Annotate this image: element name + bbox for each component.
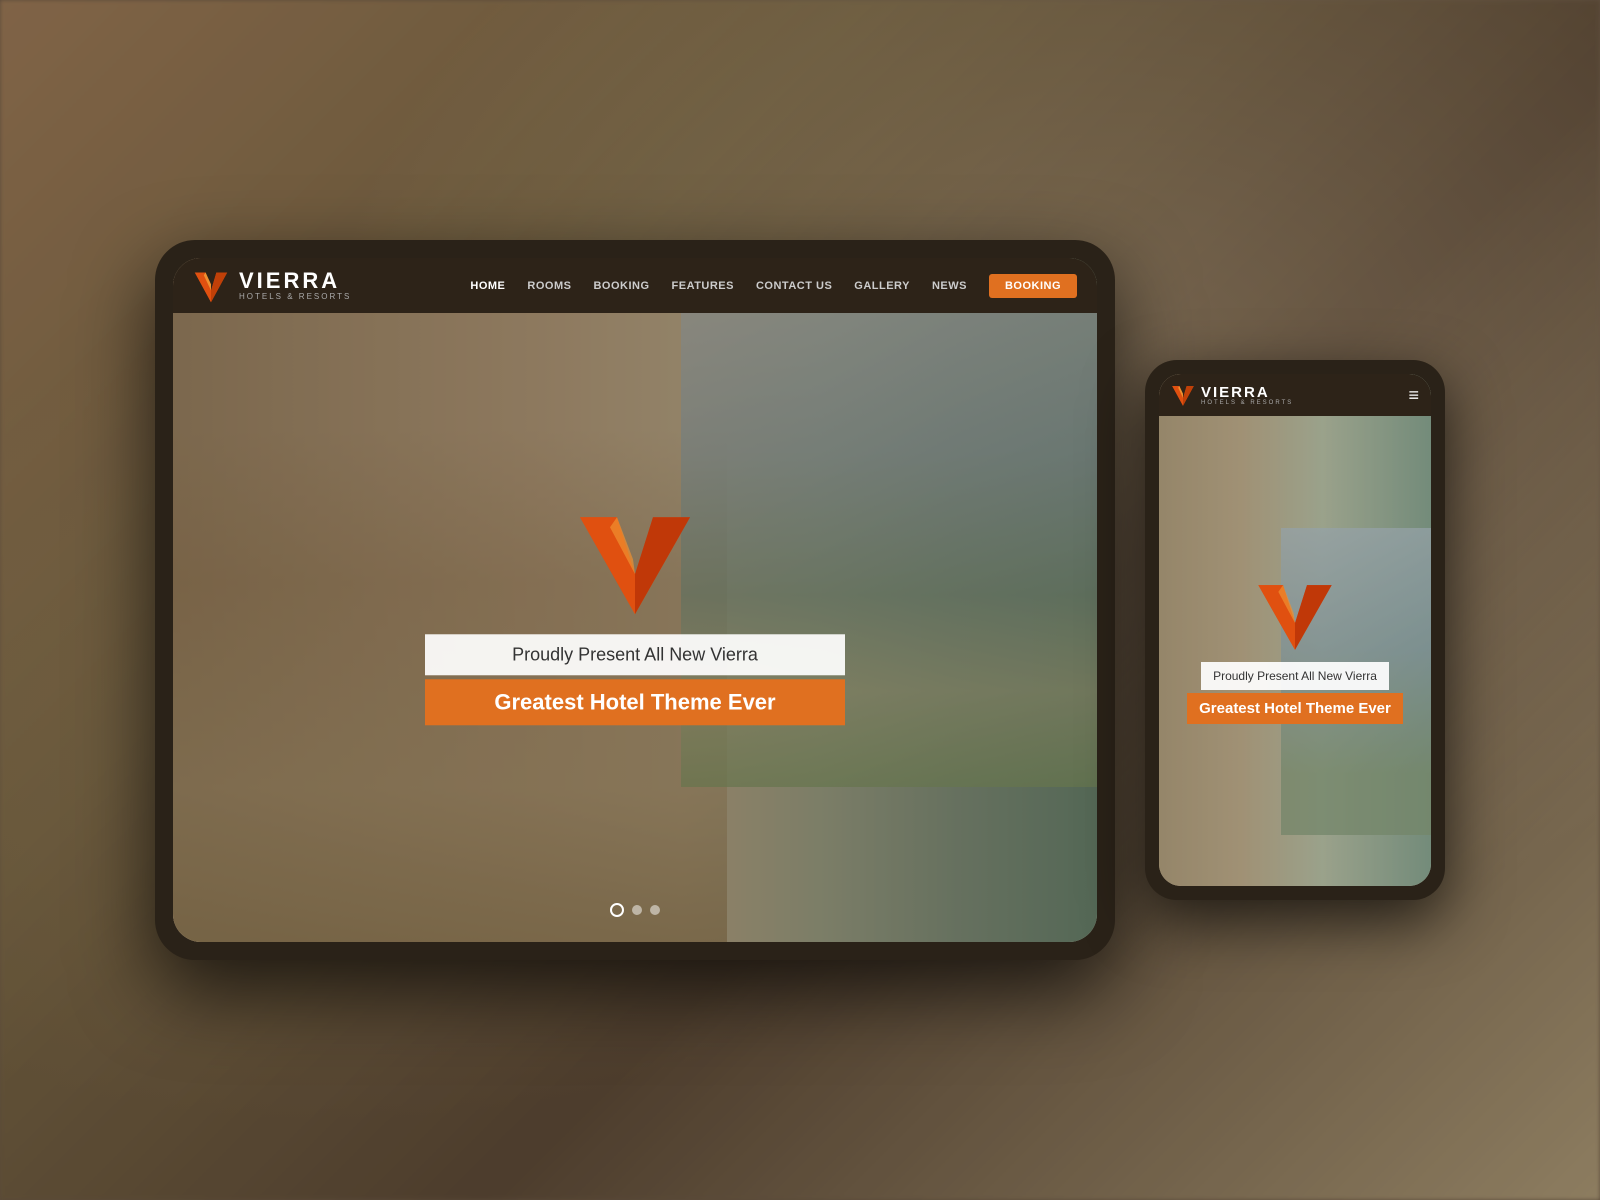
nav-gallery[interactable]: GALLERY <box>854 280 910 292</box>
tablet-device: VIERRA HOTELS & RESORTS HOME ROOMS BOOKI… <box>155 240 1115 960</box>
slider-dots <box>610 903 660 917</box>
hero-title: Proudly Present All New Vierra <box>425 634 845 675</box>
nav-booking[interactable]: BOOKING <box>593 280 649 292</box>
nav-features[interactable]: FEATURES <box>672 280 734 292</box>
mobile-navbar: VIERRA HOTELS & RESORTS ≡ <box>1159 374 1431 416</box>
mobile-brand-subtitle: HOTELS & RESORTS <box>1201 400 1293 406</box>
logo-area: VIERRA HOTELS & RESORTS <box>193 268 351 304</box>
logo-text: VIERRA HOTELS & RESORTS <box>239 270 351 301</box>
slider-dot-2[interactable] <box>632 905 642 915</box>
hero-content: Proudly Present All New Vierra Greatest … <box>425 509 845 725</box>
brand-subtitle: HOTELS & RESORTS <box>239 292 351 301</box>
brand-name: VIERRA <box>239 270 351 292</box>
mobile-device: VIERRA HOTELS & RESORTS ≡ <box>1145 360 1445 900</box>
nav-news[interactable]: NEWS <box>932 280 967 292</box>
mobile-logo-v-icon <box>1171 383 1195 407</box>
tablet-navbar: VIERRA HOTELS & RESORTS HOME ROOMS BOOKI… <box>173 258 1097 313</box>
mobile-logo-area: VIERRA HOTELS & RESORTS <box>1171 383 1408 407</box>
nav-home[interactable]: HOME <box>470 280 505 292</box>
nav-contact[interactable]: CONTACT US <box>756 280 832 292</box>
tablet-screen: VIERRA HOTELS & RESORTS HOME ROOMS BOOKI… <box>173 258 1097 942</box>
hero-subtitle: Greatest Hotel Theme Ever <box>425 679 845 725</box>
nav-rooms[interactable]: ROOMS <box>527 280 571 292</box>
mobile-hero-v-icon <box>1255 579 1335 654</box>
booking-button[interactable]: BOOKING <box>989 274 1077 298</box>
mobile-hero-subtitle: Greatest Hotel Theme Ever <box>1187 693 1403 724</box>
mobile-screen: VIERRA HOTELS & RESORTS ≡ <box>1159 374 1431 886</box>
hamburger-icon[interactable]: ≡ <box>1408 385 1419 406</box>
slider-dot-3[interactable] <box>650 905 660 915</box>
mobile-brand-name: VIERRA <box>1201 385 1293 400</box>
main-container: VIERRA HOTELS & RESORTS HOME ROOMS BOOKI… <box>155 240 1445 960</box>
mobile-hero-title: Proudly Present All New Vierra <box>1201 662 1389 690</box>
logo-v-icon <box>193 268 229 304</box>
hero-v-icon <box>575 509 695 619</box>
mobile-logo-text: VIERRA HOTELS & RESORTS <box>1201 385 1293 406</box>
mobile-hero-content: Proudly Present All New Vierra Greatest … <box>1159 416 1431 886</box>
nav-links: HOME ROOMS BOOKING FEATURES CONTACT US G… <box>470 274 1077 298</box>
slider-dot-1[interactable] <box>610 903 624 917</box>
